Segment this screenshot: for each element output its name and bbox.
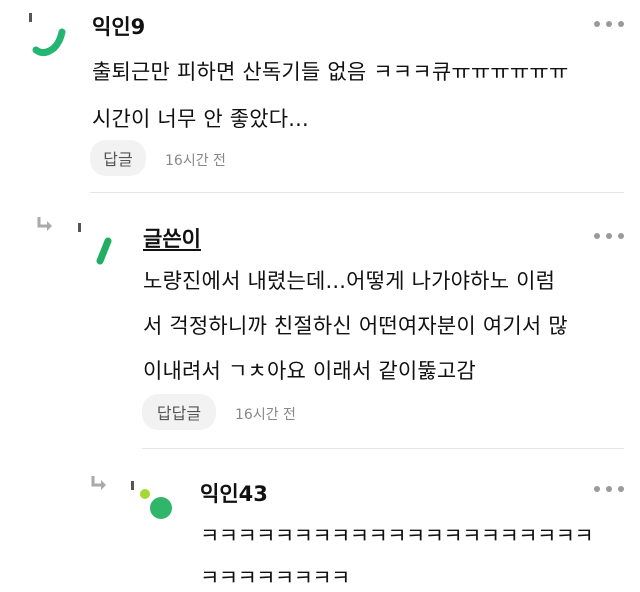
comment-1: 익인9 출퇴근만 피하면 산독기들 없음 ㅋㅋㅋ큐ㅠㅠㅠㅠㅠㅠ 시간이 너무 안… — [0, 0, 640, 192]
comment-text-line: 서 걱정하니까 친절하신 어떤여자분이 여기서 많 — [143, 314, 568, 338]
reply-arrow-icon — [91, 476, 106, 490]
reply-button[interactable]: 답글 — [90, 140, 146, 176]
reply-arrow-icon — [37, 217, 52, 231]
comment-text-line: 시간이 너무 안 좋았다... — [92, 107, 309, 131]
more-options-icon[interactable] — [594, 483, 624, 495]
author-name[interactable]: 익인9 — [92, 11, 145, 41]
comment-text-line: 출퇴근만 피하면 산독기들 없음 ㅋㅋㅋ큐ㅠㅠㅠㅠㅠㅠ — [92, 60, 569, 84]
author-name[interactable]: 익인43 — [200, 478, 268, 508]
avatar-tick — [78, 223, 81, 232]
comment-text-line: ㅋㅋㅋㅋㅋㅋㅋㅋ — [200, 566, 350, 590]
comment-text-line: ㅋㅋㅋㅋㅋㅋㅋㅋㅋㅋㅋㅋㅋㅋㅋㅋㅋㅋㅋㅋㅋ — [200, 524, 594, 548]
avatar[interactable] — [136, 487, 176, 523]
author-name[interactable]: 글쓴이 — [143, 223, 201, 253]
comment-3: 익인43 ㅋㅋㅋㅋㅋㅋㅋㅋㅋㅋㅋㅋㅋㅋㅋㅋㅋㅋㅋㅋㅋ ㅋㅋㅋㅋㅋㅋㅋㅋ — [0, 449, 640, 592]
reply-button[interactable]: 답답글 — [142, 394, 216, 430]
avatar[interactable] — [92, 233, 116, 269]
more-options-icon[interactable] — [594, 230, 624, 242]
avatar[interactable] — [30, 22, 70, 62]
avatar-tick — [131, 481, 134, 490]
timestamp: 16시간 전 — [235, 407, 296, 423]
timestamp: 16시간 전 — [165, 153, 226, 169]
comment-text-line: 노량진에서 내렸는데...어떻게 나가야하노 이럼 — [143, 269, 556, 293]
comment-2: 글쓴이 노량진에서 내렸는데...어떻게 나가야하노 이럼 서 걱정하니까 친절… — [0, 193, 640, 448]
more-options-icon[interactable] — [594, 18, 624, 30]
avatar-tick — [29, 13, 32, 22]
comment-text-line: 이내려서 ㄱㅊ아요 이래서 같이뚫고감 — [143, 359, 476, 383]
